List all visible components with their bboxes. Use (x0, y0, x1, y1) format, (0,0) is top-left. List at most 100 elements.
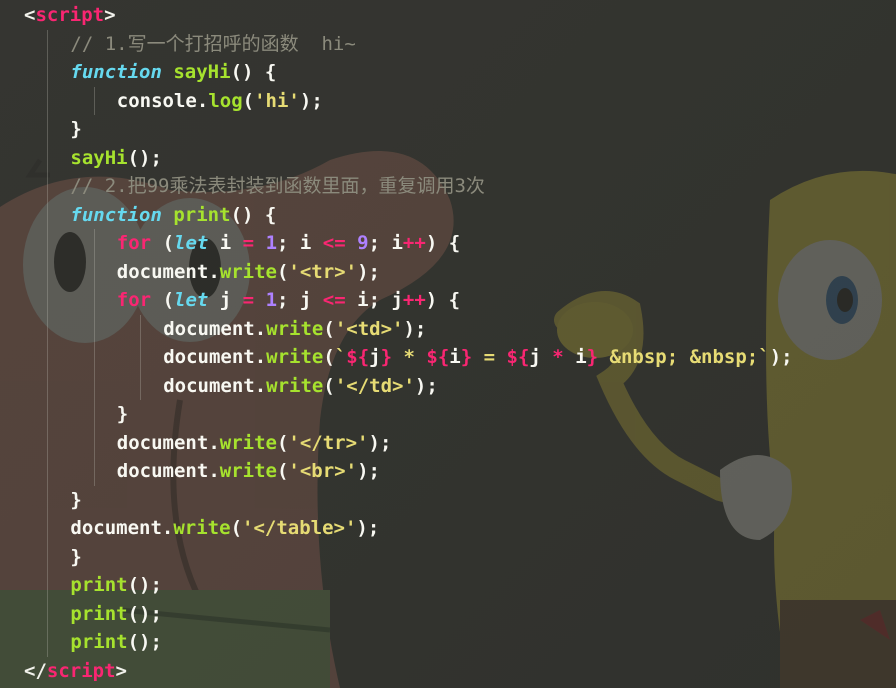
code-token: ${ (426, 346, 450, 368)
code-token: ++ (402, 232, 426, 254)
indent-guide (140, 343, 141, 372)
indent-guide (140, 314, 141, 343)
code-line[interactable]: print(); (0, 628, 896, 657)
code-token: } (70, 118, 82, 140)
code-token: '</table>' (242, 517, 357, 539)
code-token: function (70, 203, 162, 226)
code-line[interactable]: // 1.写一个打招呼的函数 hi~ (0, 29, 896, 58)
indent-guide (47, 115, 49, 144)
code-token: sayHi (70, 146, 128, 169)
code-line[interactable]: document.write('<tr>'); (0, 257, 896, 286)
code-token: ` (334, 346, 347, 368)
indent-guide (93, 86, 95, 115)
code-token: ); (357, 260, 380, 283)
code-line[interactable]: function print() { (0, 200, 896, 229)
code-token: ( (323, 374, 335, 397)
code-token: . (254, 317, 267, 340)
code-line[interactable]: <script> (0, 1, 896, 30)
code-token: write (219, 431, 277, 454)
indent-guide (47, 485, 49, 514)
code-token: (); (127, 146, 162, 169)
code-token: print (70, 602, 128, 625)
code-token: write (266, 374, 324, 397)
code-line[interactable]: document.write('</tr>'); (0, 428, 896, 457)
code-line[interactable]: function sayHi() { (0, 58, 896, 87)
indent-guide (93, 286, 95, 315)
code-token: . (254, 346, 267, 368)
code-token: . (254, 374, 267, 397)
code-token: } (586, 346, 599, 368)
code-line[interactable]: } (0, 485, 896, 514)
indent-guide (47, 514, 49, 543)
code-editor[interactable]: <script>// 1.写一个打招呼的函数 hi~ function sayHi… (0, 0, 896, 688)
code-token: ( (230, 517, 243, 539)
code-line[interactable]: document.write('<br>'); (0, 457, 896, 486)
code-token: document (116, 460, 209, 482)
indent-guide (93, 257, 95, 286)
indent-guide (47, 58, 49, 87)
code-token: <= (322, 289, 346, 311)
indent-guide (47, 257, 49, 286)
code-token: 'hi' (254, 89, 300, 112)
code-line[interactable]: document.write('<td>'); (0, 314, 896, 343)
code-token: print (70, 631, 128, 653)
code-line[interactable]: document.write('</table>'); (0, 514, 896, 543)
indent-guide (47, 400, 49, 429)
indent-guide (47, 200, 49, 229)
indent-guide (47, 571, 49, 600)
code-token: ( (276, 431, 289, 454)
indent-guide (47, 628, 49, 657)
code-line[interactable]: for (let i = 1; i <= 9; i++) { (0, 229, 896, 258)
code-token: document (70, 517, 162, 539)
code-token: write (219, 460, 277, 482)
code-token: document (116, 431, 209, 454)
code-token: . (208, 431, 220, 454)
code-token: ) { (425, 289, 461, 311)
code-area[interactable]: <script>// 1.写一个打招呼的函数 hi~ function sayHi… (0, 0, 896, 688)
code-token: i (208, 232, 243, 254)
code-token: } (380, 346, 393, 368)
code-token: j (529, 346, 553, 368)
code-token: for (116, 232, 152, 254)
code-token: ; i (277, 232, 323, 254)
indent-guide (93, 229, 95, 258)
code-line[interactable]: } (0, 115, 896, 144)
code-line[interactable]: sayHi(); (0, 143, 896, 172)
code-line[interactable]: // 2.把99乘法表封装到函数里面，重复调用3次 (0, 172, 896, 201)
code-token: i; j (345, 289, 403, 311)
code-token: <= (322, 232, 346, 254)
indent-guide (47, 371, 49, 400)
indent-guide (47, 343, 49, 372)
code-line[interactable]: console.log('hi'); (0, 86, 896, 115)
code-line[interactable]: } (0, 400, 896, 429)
code-line[interactable]: print(); (0, 571, 896, 600)
code-token: < (24, 4, 36, 26)
code-token: ${ (346, 346, 370, 368)
code-token: ; j (277, 289, 323, 311)
code-token: sayHi (173, 61, 231, 83)
code-token: let (174, 232, 209, 254)
code-token: () { (230, 203, 277, 226)
code-token: . (208, 460, 220, 482)
indent-guide (47, 599, 49, 628)
code-line[interactable]: print(); (0, 599, 896, 628)
code-token: ); (299, 89, 323, 112)
code-token: * (552, 346, 564, 368)
code-token: script (35, 4, 105, 26)
code-line[interactable]: for (let j = 1; j <= i; j++) { (0, 286, 896, 315)
code-token: '<br>' (288, 460, 358, 482)
code-token: '<td>' (334, 317, 404, 340)
code-line[interactable]: } (0, 542, 896, 571)
code-token: = (242, 232, 255, 254)
code-token: ) { (425, 232, 461, 254)
code-token: write (219, 260, 277, 283)
code-token: for (116, 289, 152, 311)
code-token: log (208, 89, 243, 112)
code-line[interactable]: document.write(`${j} * ${i} = ${j * i} &… (0, 343, 896, 372)
code-line[interactable]: </script> (0, 657, 896, 686)
code-line[interactable]: document.write('</td>'); (0, 371, 896, 400)
